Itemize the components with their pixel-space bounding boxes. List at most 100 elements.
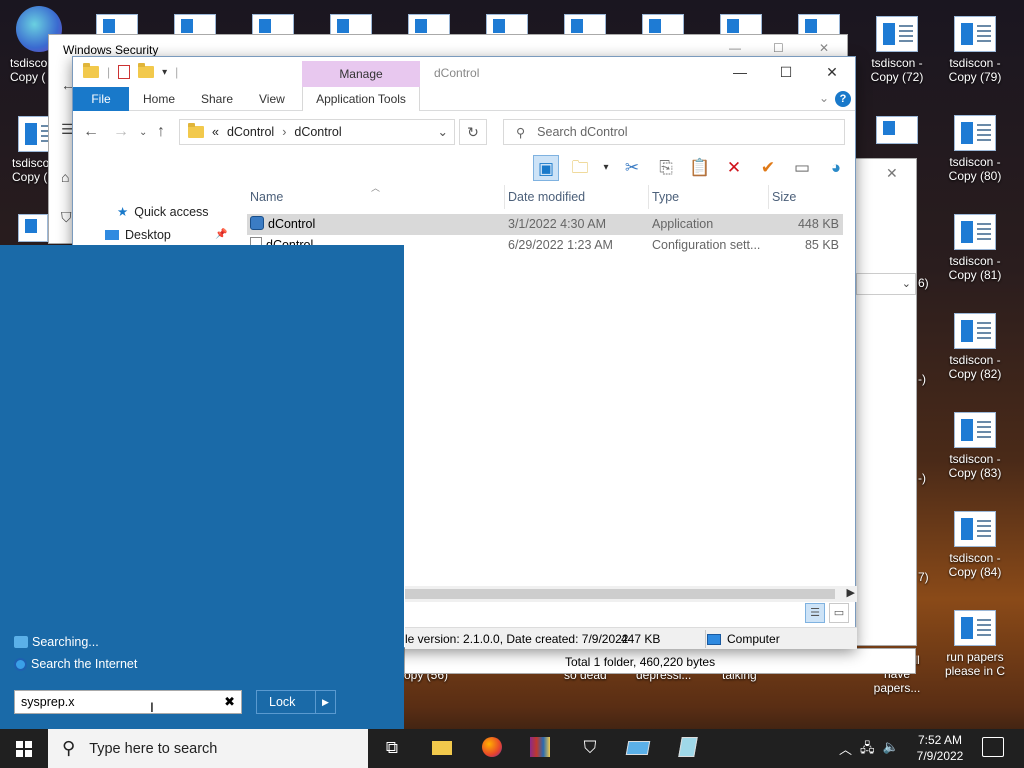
desktop-icon[interactable]: tsdiscon - Copy (82)	[935, 313, 1015, 381]
winrar-icon[interactable]	[528, 737, 552, 759]
forward-button[interactable]: →	[113, 123, 129, 141]
scroll-right-arrow-icon[interactable]: ▶	[847, 586, 855, 599]
search-input[interactable]: ⚲ Search dControl	[503, 119, 845, 145]
desktop-icon[interactable]: tsdiscon - Copy (79)	[935, 16, 1015, 84]
file-icon	[954, 610, 996, 646]
firefox-icon[interactable]	[480, 737, 504, 759]
notepad-icon[interactable]	[676, 737, 700, 759]
refresh-button[interactable]: ↻	[459, 119, 487, 145]
maximize-button[interactable]: ☐	[773, 41, 784, 55]
volume-icon[interactable]: 🔈	[883, 739, 899, 761]
desktop-icon-partial[interactable]	[876, 116, 918, 144]
nav-desktop[interactable]: Desktop	[105, 228, 171, 242]
scrollbar-thumb[interactable]	[405, 589, 835, 599]
close-button[interactable]: ✕	[819, 41, 829, 55]
file-explorer-icon[interactable]	[430, 737, 454, 759]
desktop-icon[interactable]: tsdiscon - Copy (80)	[935, 115, 1015, 183]
desktop-icon[interactable]: tsdiscon - Copy (81)	[935, 214, 1015, 282]
desktop-icon-top[interactable]	[642, 14, 684, 36]
desktop-icon-partial[interactable]	[18, 214, 48, 242]
background-window[interactable]: ✕ ⌄	[855, 158, 917, 646]
tab-manage[interactable]: Manage	[302, 61, 420, 87]
text-cursor-icon: I	[150, 699, 154, 715]
up-button[interactable]: ↑	[157, 123, 165, 141]
horizontal-scrollbar[interactable]: ▶	[405, 586, 857, 602]
desktop-icon-top[interactable]	[96, 14, 138, 36]
file-icon	[876, 16, 918, 52]
lock-button[interactable]: Lock ▶	[256, 690, 336, 714]
column-header-size[interactable]: Size	[769, 185, 845, 209]
close-button[interactable]: ✕	[809, 57, 855, 87]
new-folder-icon[interactable]	[138, 63, 155, 78]
close-icon[interactable]: ✕	[886, 165, 898, 182]
clear-icon[interactable]: ✖	[224, 691, 235, 713]
customize-icon[interactable]: ▾	[162, 67, 167, 78]
help-icon[interactable]: ?	[835, 91, 851, 107]
back-button[interactable]: ←	[83, 123, 99, 141]
title-bar[interactable]: | ▾ | Manage dControl — ☐ ✕	[73, 57, 855, 87]
tab-file[interactable]: File	[73, 87, 129, 111]
minimize-button[interactable]: —	[729, 41, 741, 55]
breadcrumb-item[interactable]: dControl	[294, 125, 341, 139]
taskbar-search-box[interactable]: ⚲ Type here to search	[48, 729, 368, 768]
breadcrumb-overflow[interactable]: «	[212, 125, 219, 139]
clock[interactable]: 7:52 AM 7/9/2022	[906, 732, 974, 764]
notification-icon[interactable]	[982, 737, 1004, 757]
address-bar[interactable]: « dControl › dControl ⌄	[179, 119, 455, 145]
file-row[interactable]: dControl 3/1/2022 4:30 AM Application 44…	[247, 214, 843, 235]
start-search-input[interactable]: sysprep.x ✖	[14, 690, 242, 714]
expand-ribbon-icon[interactable]: ⌄	[819, 91, 829, 105]
shield-icon[interactable]: ⛉	[578, 737, 602, 759]
desktop-icon[interactable]: run papers please in C	[935, 610, 1015, 678]
cut-icon[interactable]: ✂	[619, 155, 645, 181]
shield-icon[interactable]: ⛉	[61, 209, 72, 226]
preview-pane-icon[interactable]: ▣	[533, 155, 559, 181]
desktop-icon-top[interactable]	[798, 14, 840, 36]
desktop-icon-label: Copy (82)	[948, 367, 1002, 381]
desktop-icon[interactable]: tsdiscon - Copy (84)	[935, 511, 1015, 579]
desktop-icon-top[interactable]	[408, 14, 450, 36]
copy-icon[interactable]: ⎘	[653, 155, 679, 181]
tab-home[interactable]: Home	[129, 87, 189, 111]
desktop-icon[interactable]: tsdisco Copy (	[0, 56, 52, 84]
chevron-down-icon[interactable]: ⌄	[438, 124, 448, 139]
tab-application-tools[interactable]: Application Tools	[302, 87, 420, 111]
remote-desktop-icon[interactable]	[625, 737, 651, 759]
chevron-right-icon[interactable]: ▶	[315, 691, 335, 713]
details-view-icon[interactable]: ☰	[805, 603, 825, 623]
checkmark-icon[interactable]: ✔	[755, 155, 781, 181]
nav-quick-access[interactable]: ★ Quick access	[117, 204, 209, 219]
desktop-icon-top[interactable]	[564, 14, 606, 36]
new-folder-icon[interactable]: 🗀	[567, 155, 593, 181]
rename-icon[interactable]: ▭	[789, 155, 815, 181]
recent-locations-icon[interactable]: ⌄	[139, 127, 147, 138]
desktop-icon[interactable]: tsdiscon - Copy (72)	[857, 16, 937, 84]
chevron-right-icon[interactable]: ›	[282, 125, 286, 139]
globe-icon[interactable]: ◕	[823, 155, 849, 181]
desktop-icon-top[interactable]	[174, 14, 216, 36]
desktop-icon-top[interactable]	[330, 14, 372, 36]
chevron-up-icon[interactable]: ︿	[839, 739, 852, 761]
desktop-icon-top[interactable]	[486, 14, 528, 36]
properties-icon[interactable]	[118, 65, 131, 79]
column-header-type[interactable]: Type	[649, 185, 769, 209]
start-button[interactable]	[0, 729, 48, 768]
large-icons-view-icon[interactable]: ▭	[829, 603, 849, 623]
dropdown-arrow-icon[interactable]: ▾	[601, 155, 611, 181]
delete-icon[interactable]: ✕	[721, 155, 747, 181]
home-icon[interactable]: ⌂	[61, 169, 69, 185]
desktop-icon-top[interactable]	[720, 14, 762, 36]
tab-share[interactable]: Share	[187, 87, 247, 111]
tab-view[interactable]: View	[245, 87, 299, 111]
desktop-icon-top[interactable]	[252, 14, 294, 36]
breadcrumb-item[interactable]: dControl	[227, 125, 274, 139]
network-icon[interactable]: 🖧	[860, 739, 875, 761]
desktop-icon[interactable]: tsdiscon - Copy (83)	[935, 412, 1015, 480]
paste-icon[interactable]: 📋	[687, 155, 713, 181]
task-view-icon[interactable]: ⧉	[380, 737, 404, 759]
maximize-button[interactable]: ☐	[763, 57, 809, 87]
minimize-button[interactable]: —	[717, 57, 763, 87]
search-internet-link[interactable]: Search the Internet	[14, 657, 137, 671]
dropdown[interactable]: ⌄	[856, 273, 916, 295]
column-header-date[interactable]: Date modified	[505, 185, 649, 209]
